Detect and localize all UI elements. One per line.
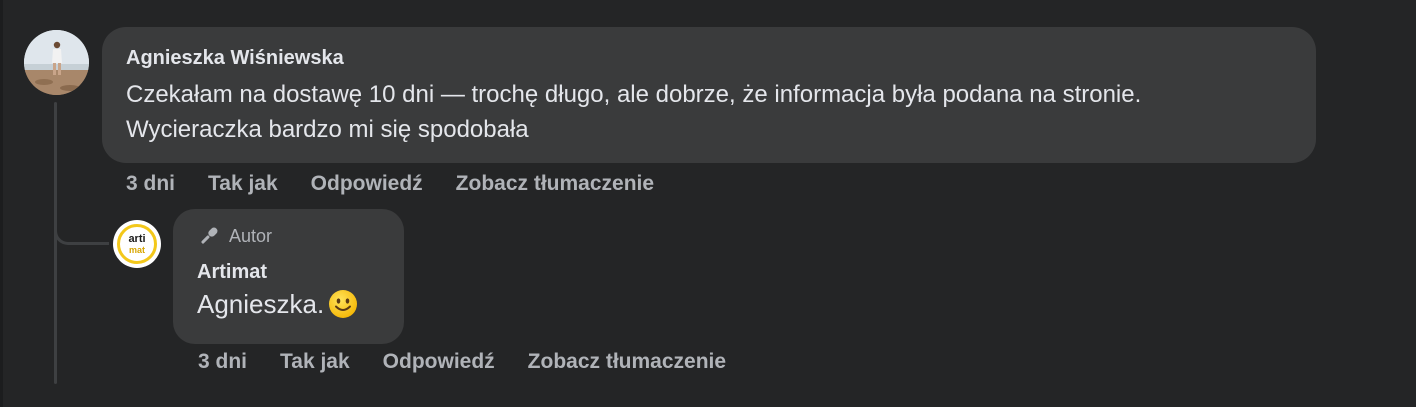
logo-text-top: arti — [128, 232, 146, 245]
comment-thread: Agnieszka Wiśniewska Czekałam na dostawę… — [0, 0, 1416, 407]
microphone-icon — [201, 227, 218, 244]
author-badge-label: Autor — [229, 225, 273, 246]
reply-button[interactable]: Odpowiedź — [311, 172, 423, 196]
thread-line — [54, 102, 57, 384]
reply-bubble: Autor Artimat Agnieszka. — [173, 209, 404, 344]
logo-text-bottom: mat — [128, 244, 145, 255]
like-button[interactable]: Tak jak — [208, 172, 278, 196]
reply-avatar[interactable]: arti mat — [113, 220, 161, 268]
reply-actions: 3 dni Tak jak Odpowiedź Zobacz tłumaczen… — [198, 348, 726, 376]
smiley-emoji-icon — [329, 290, 358, 318]
reply-text-row: Agnieszka. — [197, 287, 380, 321]
avatar[interactable] — [24, 30, 89, 95]
reply-text: Agnieszka. — [197, 289, 325, 319]
comment-actions: 3 dni Tak jak Odpowiedź Zobacz tłumaczen… — [126, 170, 654, 198]
artimat-logo: arti mat — [117, 224, 157, 264]
reply-timestamp[interactable]: 3 dni — [198, 350, 247, 374]
reply-author-name[interactable]: Artimat — [197, 260, 380, 284]
comment-timestamp[interactable]: 3 dni — [126, 172, 175, 196]
see-translation-button[interactable]: Zobacz tłumaczenie — [456, 172, 654, 196]
author-badge: Autor — [197, 225, 380, 247]
comment-author-name[interactable]: Agnieszka Wiśniewska — [126, 46, 1292, 70]
reply-connector-line — [54, 212, 109, 245]
avatar-photo-icon — [24, 30, 89, 95]
reply-like-button[interactable]: Tak jak — [280, 350, 350, 374]
reply-see-translation-button[interactable]: Zobacz tłumaczenie — [528, 350, 726, 374]
comment-bubble: Agnieszka Wiśniewska Czekałam na dostawę… — [102, 27, 1316, 163]
comment-text: Czekałam na dostawę 10 dni — trochę dług… — [126, 81, 1142, 143]
reply-reply-button[interactable]: Odpowiedź — [383, 350, 495, 374]
left-edge-divider — [0, 0, 3, 407]
